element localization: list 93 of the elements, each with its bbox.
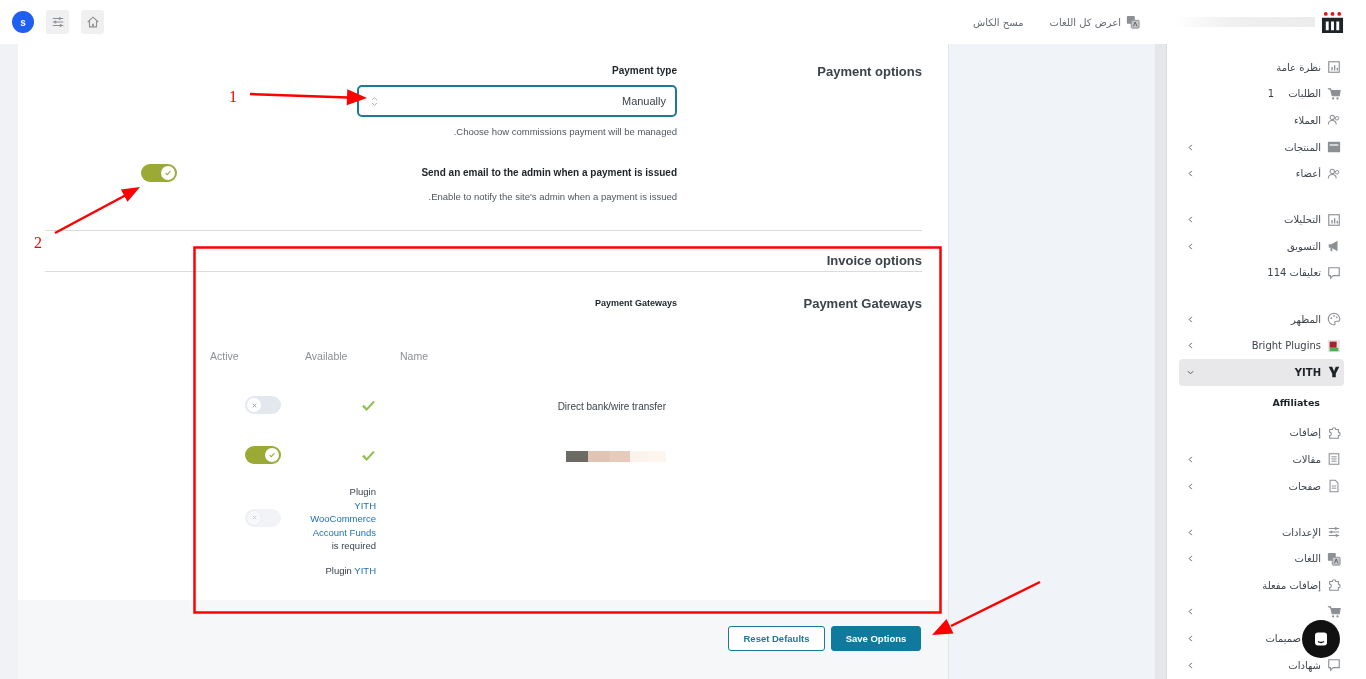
puzzle-icon [1327,425,1341,440]
annotation-number: 2 [34,235,42,251]
sliders-icon [50,15,65,29]
translate-icon [1126,15,1140,29]
settings-button[interactable] [46,10,69,34]
submenu-item[interactable]: Affiliates [1179,385,1344,420]
payment-type-select[interactable]: Manually [357,85,677,117]
sidebar-item[interactable]: إضافات مفعلة [1179,572,1344,599]
scrollbar[interactable] [1155,44,1166,679]
logo-icon [1327,365,1341,380]
section-title: Payment Gateways [802,296,922,313]
check-icon [268,451,276,459]
sidebar-item[interactable]: العملاء [1179,107,1344,134]
chart-icon [1327,212,1341,227]
chevron-icon [1187,482,1194,490]
sliders-icon [1327,525,1341,540]
sidebar-item[interactable]: المنتجات [1179,133,1344,161]
toggle-switch[interactable] [245,446,281,464]
sort-arrows-icon [371,95,378,107]
comment-icon [1327,265,1341,280]
user-avatar[interactable]: s [12,11,34,33]
sidebar-item[interactable]: صفحات [1179,472,1344,500]
archive-icon [1327,140,1341,155]
document-icon [1327,452,1341,467]
sidebar-item[interactable]: تعليقات 114 [1179,259,1344,287]
help-text: .Choose how commissions payment will be managed [453,125,677,139]
column-header: Name [400,350,428,362]
chevron-icon [1187,555,1194,563]
puzzle-icon [1327,578,1341,593]
sidebar-item[interactable]: YITH [1179,358,1344,386]
chevron-icon [1187,635,1194,642]
palette-icon [1327,312,1341,327]
column-header: Active [210,350,239,362]
field-label: Payment Gateways [594,297,677,310]
check-icon [164,169,172,177]
megaphone-icon [1327,239,1341,254]
sidebar-item[interactable]: اللغات [1179,545,1344,572]
column-header: Available [305,350,348,362]
plugin-link[interactable]: YITH [354,564,376,576]
chevron-icon [1187,608,1194,616]
sidebar-item[interactable]: التسويق [1179,233,1344,260]
x-icon [250,514,258,522]
sidebar-item[interactable]: مقالات [1179,446,1344,473]
plugin-icon [1327,338,1341,353]
toggle-switch[interactable] [141,164,177,182]
logo-icon [1321,10,1344,34]
sidebar-item[interactable]: إضافات [1179,419,1344,447]
toggle-switch[interactable] [245,396,281,414]
check-icon [361,400,376,412]
x-icon [250,401,258,409]
save-button[interactable]: Save Options [831,626,921,651]
users-icon [1327,166,1341,181]
field-label: Payment type [611,64,677,78]
chevron-icon [1187,528,1194,536]
chevron-icon [1187,242,1194,250]
section-title: Payment options [816,64,922,81]
sidebar-item[interactable]: الإعدادات [1179,518,1344,546]
page-icon [1327,479,1341,493]
sidebar-item[interactable]: المظهر [1179,305,1344,333]
field-label: Send an email to the admin when a payment is issued [421,166,677,180]
annotation-number: 1 [229,89,237,105]
check-icon [361,450,376,462]
count-label: 1 [1267,88,1275,100]
chevron-icon [1187,342,1194,350]
cart-icon [1327,604,1341,619]
chevron-icon [1187,661,1194,669]
requirement-note: Plugin YITH WooCommerce Account Funds is required [300,485,376,553]
chevron-icon [1187,315,1194,323]
chevron-icon [1187,170,1194,178]
cart-icon [1327,86,1341,101]
home-icon [85,15,100,29]
chevron-icon [1187,455,1194,463]
reset-button[interactable]: Reset Defaults [728,626,825,651]
help-text: .Enable to notify the site's admin when a payment is issued [428,190,677,204]
chevron-icon [1187,143,1194,151]
gateway-name: Direct bank/wire transfer [557,400,666,412]
chat-icon [1313,631,1329,647]
chart-icon [1327,60,1341,75]
sidebar-item[interactable]: صميمات [1179,625,1344,652]
toolbar-link[interactable]: اعرض كل اللغات [1049,16,1121,28]
chevron-icon [1187,216,1194,224]
toolbar-link[interactable]: مسح الكاش [973,16,1024,28]
home-button[interactable] [81,10,104,34]
sidebar-item[interactable]: التحليلات [1179,206,1344,234]
sidebar-item[interactable]: نظرة عامة [1179,54,1344,81]
translate-icon [1327,551,1341,566]
sidebar-item[interactable]: شهادات [1179,651,1344,679]
chevron-icon [1187,368,1194,376]
section-title: Invoice options [825,252,922,269]
requirement-note: Plugin YITH [324,563,376,578]
comment-icon [1327,658,1341,673]
sidebar-item[interactable]: أعضاء [1179,160,1344,187]
sidebar-item[interactable]: Bright Plugins [1179,332,1344,359]
